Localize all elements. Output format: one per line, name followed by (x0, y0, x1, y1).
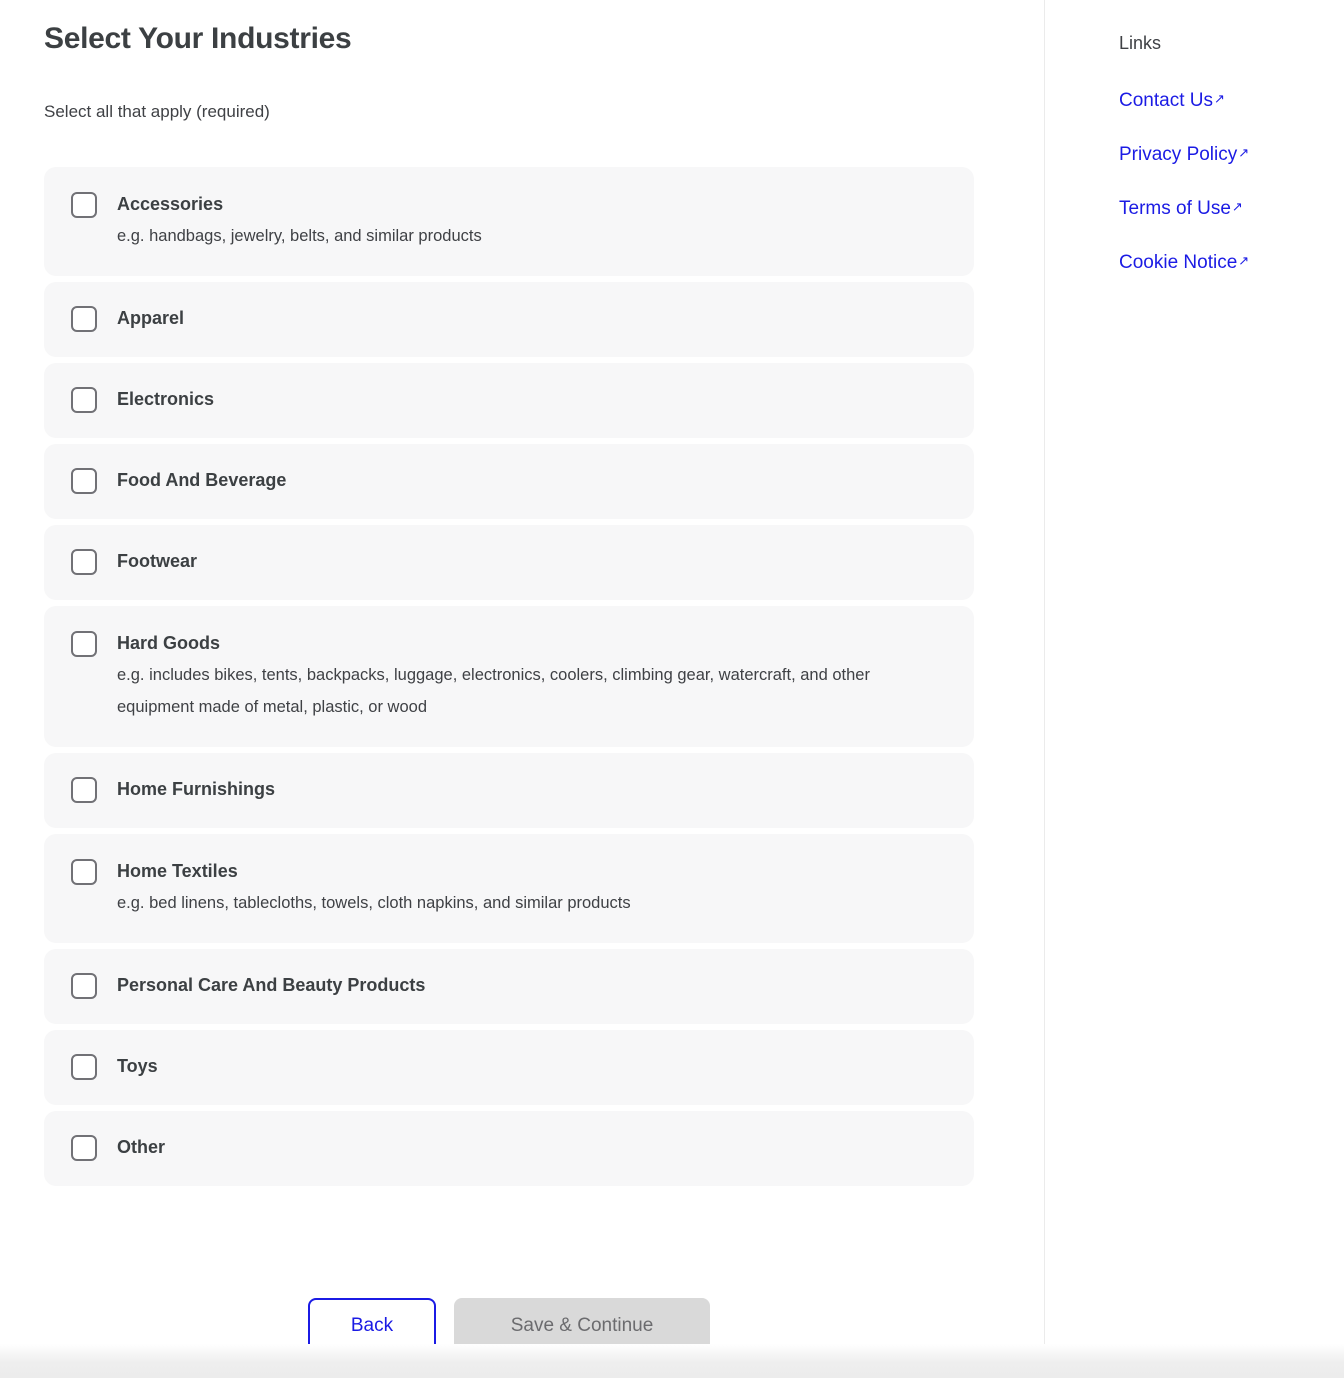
checkbox-icon[interactable] (71, 777, 97, 803)
industry-row-text: Food And Beverage (117, 467, 954, 493)
checkbox-icon[interactable] (71, 1054, 97, 1080)
sidebar-link-label: Cookie Notice (1119, 252, 1238, 273)
industry-description: e.g. bed linens, tablecloths, towels, cl… (117, 894, 631, 912)
industry-row-text: Other (117, 1134, 954, 1160)
industry-label: Accessories (117, 194, 224, 214)
industry-label: Personal Care And Beauty Products (117, 975, 426, 995)
industry-row-text: Electronics (117, 386, 954, 412)
industry-label: Hard Goods (117, 633, 221, 653)
bottom-footer-strip (0, 1344, 1344, 1378)
industry-label: Apparel (117, 308, 185, 328)
sidebar-link-label: Contact Us (1119, 90, 1213, 111)
industry-row[interactable]: Hard Goods e.g. includes bikes, tents, ba… (44, 606, 974, 747)
main-content: Select Your Industries Select all that a… (0, 0, 1044, 1378)
industry-row[interactable]: Footwear (44, 525, 974, 600)
checkbox-icon[interactable] (71, 859, 97, 885)
checkbox-icon[interactable] (71, 631, 97, 657)
sidebar-link-label: Privacy Policy (1119, 144, 1238, 165)
industry-selection-page: Select Your Industries Select all that a… (0, 0, 1344, 1378)
industry-row-text: Toys (117, 1053, 954, 1079)
industry-label: Home Textiles (117, 861, 238, 881)
external-link-icon: ↗ (1238, 145, 1250, 160)
industry-description: e.g. includes bikes, tents, backpacks, l… (117, 666, 870, 716)
industry-row[interactable]: Toys (44, 1030, 974, 1105)
industry-row[interactable]: Electronics (44, 363, 974, 438)
industry-label: Electronics (117, 389, 215, 409)
industry-row[interactable]: Home Furnishings (44, 753, 974, 828)
industry-row-text: Home Furnishings (117, 776, 954, 802)
external-link-icon: ↗ (1231, 199, 1243, 214)
industry-row-text: Home Textiles e.g. bed linens, tablecloth… (117, 858, 954, 919)
checkbox-icon[interactable] (71, 468, 97, 494)
industry-row[interactable]: Apparel (44, 282, 974, 357)
industry-checkbox-list: Accessories e.g. handbags, jewelry, belts… (44, 167, 974, 1186)
links-list: Contact Us↗ Privacy Policy↗ Terms of Use↗ C… (1119, 83, 1249, 279)
checkbox-icon[interactable] (71, 192, 97, 218)
industry-row-text: Apparel (117, 305, 954, 331)
industry-row-text: Footwear (117, 548, 954, 574)
sidebar-link[interactable]: Cookie Notice↗ (1119, 245, 1249, 279)
checkbox-icon[interactable] (71, 306, 97, 332)
industry-row[interactable]: Food And Beverage (44, 444, 974, 519)
checkbox-icon[interactable] (71, 387, 97, 413)
checkbox-icon[interactable] (71, 1135, 97, 1161)
external-link-icon: ↗ (1238, 253, 1250, 268)
industry-label: Food And Beverage (117, 470, 287, 490)
page-title: Select Your Industries (44, 22, 352, 55)
industry-label: Home Furnishings (117, 779, 276, 799)
industry-row[interactable]: Home Textiles e.g. bed linens, tablecloth… (44, 834, 974, 943)
external-link-icon: ↗ (1213, 91, 1225, 106)
sidebar-link[interactable]: Terms of Use↗ (1119, 191, 1249, 225)
checkbox-icon[interactable] (71, 549, 97, 575)
industry-row[interactable]: Accessories e.g. handbags, jewelry, belts… (44, 167, 974, 276)
links-heading: Links (1119, 33, 1162, 53)
industry-row[interactable]: Other (44, 1111, 974, 1186)
industry-row[interactable]: Personal Care And Beauty Products (44, 949, 974, 1024)
industry-row-text: Accessories e.g. handbags, jewelry, belts… (117, 191, 954, 252)
industry-label: Toys (117, 1056, 158, 1076)
industry-label: Other (117, 1137, 166, 1157)
checkbox-icon[interactable] (71, 973, 97, 999)
sidebar-link-label: Terms of Use (1119, 198, 1231, 219)
sidebar-link[interactable]: Privacy Policy↗ (1119, 137, 1249, 171)
links-sidebar: Links Contact Us↗ Privacy Policy↗ Terms of… (1045, 0, 1344, 1378)
industry-label: Footwear (117, 551, 198, 571)
industry-row-text: Hard Goods e.g. includes bikes, tents, ba… (117, 630, 954, 723)
sidebar-link[interactable]: Contact Us↗ (1119, 83, 1249, 117)
industry-row-text: Personal Care And Beauty Products (117, 972, 954, 998)
page-subtitle: Select all that apply (required) (44, 102, 270, 121)
industry-description: e.g. handbags, jewelry, belts, and simil… (117, 227, 482, 245)
